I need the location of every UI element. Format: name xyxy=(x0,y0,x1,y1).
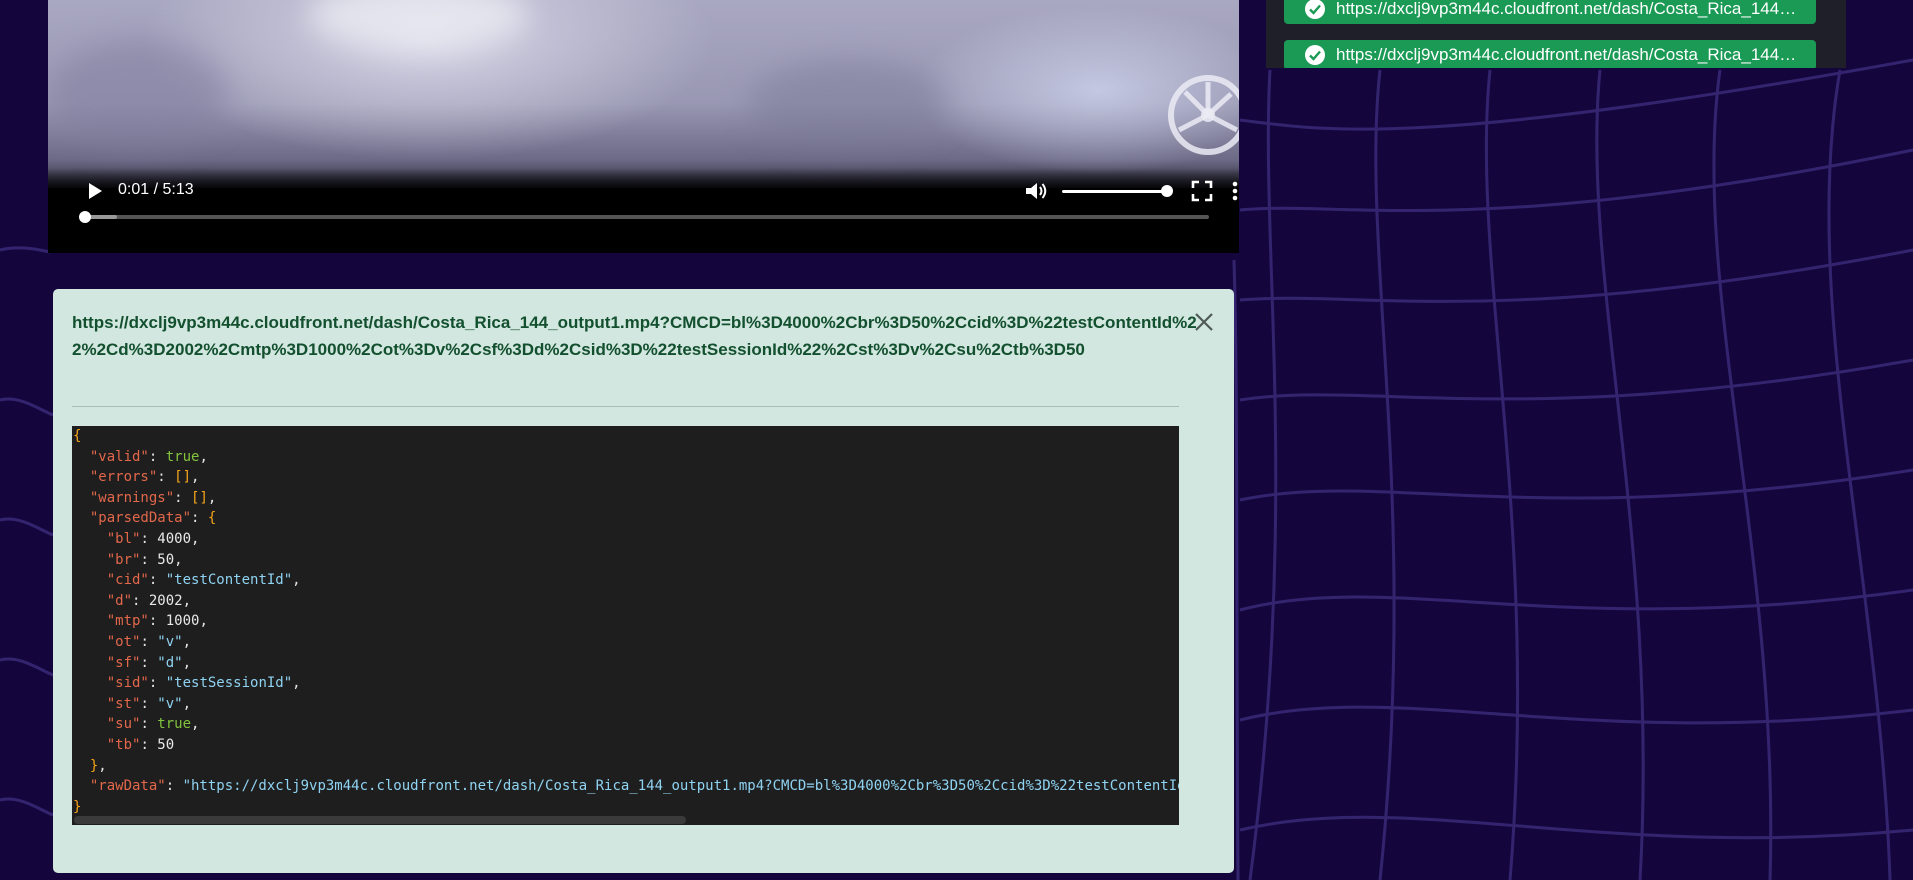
volume-icon[interactable] xyxy=(1023,179,1049,203)
volume-slider-handle[interactable] xyxy=(1161,185,1173,197)
url-history-panel: https://dxclj9vp3m44c.cloudfront.net/das… xyxy=(1266,0,1846,68)
json-br-value: 50 xyxy=(157,551,175,568)
video-frame xyxy=(48,0,1239,188)
json-valid-value: true xyxy=(165,448,200,465)
video-player[interactable]: 0:01 / 5:13 xyxy=(48,0,1239,253)
url-history-item[interactable]: https://dxclj9vp3m44c.cloudfront.net/das… xyxy=(1284,40,1816,68)
play-icon[interactable] xyxy=(82,179,106,203)
json-cid-value: "testContentId" xyxy=(165,572,293,589)
video-controls: 0:01 / 5:13 xyxy=(48,168,1239,253)
seek-bar-handle[interactable] xyxy=(79,211,91,223)
json-rawdata-value: "https://dxclj9vp3m44c.cloudfront.net/da… xyxy=(182,778,1179,795)
url-history-item-label: https://dxclj9vp3m44c.cloudfront.net/das… xyxy=(1336,0,1816,18)
json-errors-value: [] xyxy=(174,469,192,486)
horizontal-scrollbar[interactable] xyxy=(74,816,686,824)
url-history-item[interactable]: https://dxclj9vp3m44c.cloudfront.net/das… xyxy=(1284,0,1816,24)
check-circle-icon xyxy=(1305,0,1325,19)
channel-logo-icon xyxy=(1168,75,1239,155)
time-display: 0:01 / 5:13 xyxy=(118,181,194,198)
json-bl-value: 4000 xyxy=(157,530,192,547)
seek-bar[interactable] xyxy=(81,215,1209,219)
result-url-title: https://dxclj9vp3m44c.cloudfront.net/das… xyxy=(72,313,1197,359)
divider xyxy=(72,406,1179,407)
json-sf-value: "d" xyxy=(157,654,183,671)
json-mtp-value: 1000 xyxy=(165,613,200,630)
volume-slider[interactable] xyxy=(1062,190,1168,193)
json-su-value: true xyxy=(157,716,192,733)
json-tb-value: 50 xyxy=(157,736,175,753)
json-ot-value: "v" xyxy=(157,633,183,650)
result-card: https://dxclj9vp3m44c.cloudfront.net/das… xyxy=(53,289,1234,873)
url-history-item-label: https://dxclj9vp3m44c.cloudfront.net/das… xyxy=(1336,45,1816,64)
close-icon[interactable] xyxy=(1192,310,1216,334)
fullscreen-icon[interactable] xyxy=(1190,179,1214,203)
json-sid-value: "testSessionId" xyxy=(165,675,293,692)
more-vert-icon[interactable] xyxy=(1231,179,1239,203)
json-output[interactable]: { "valid": true, "errors": [], "warnings… xyxy=(72,426,1179,825)
check-circle-icon xyxy=(1305,45,1325,65)
json-d-value: 2002 xyxy=(148,592,183,609)
json-warnings-value: [] xyxy=(191,489,208,506)
json-st-value: "v" xyxy=(157,695,183,712)
